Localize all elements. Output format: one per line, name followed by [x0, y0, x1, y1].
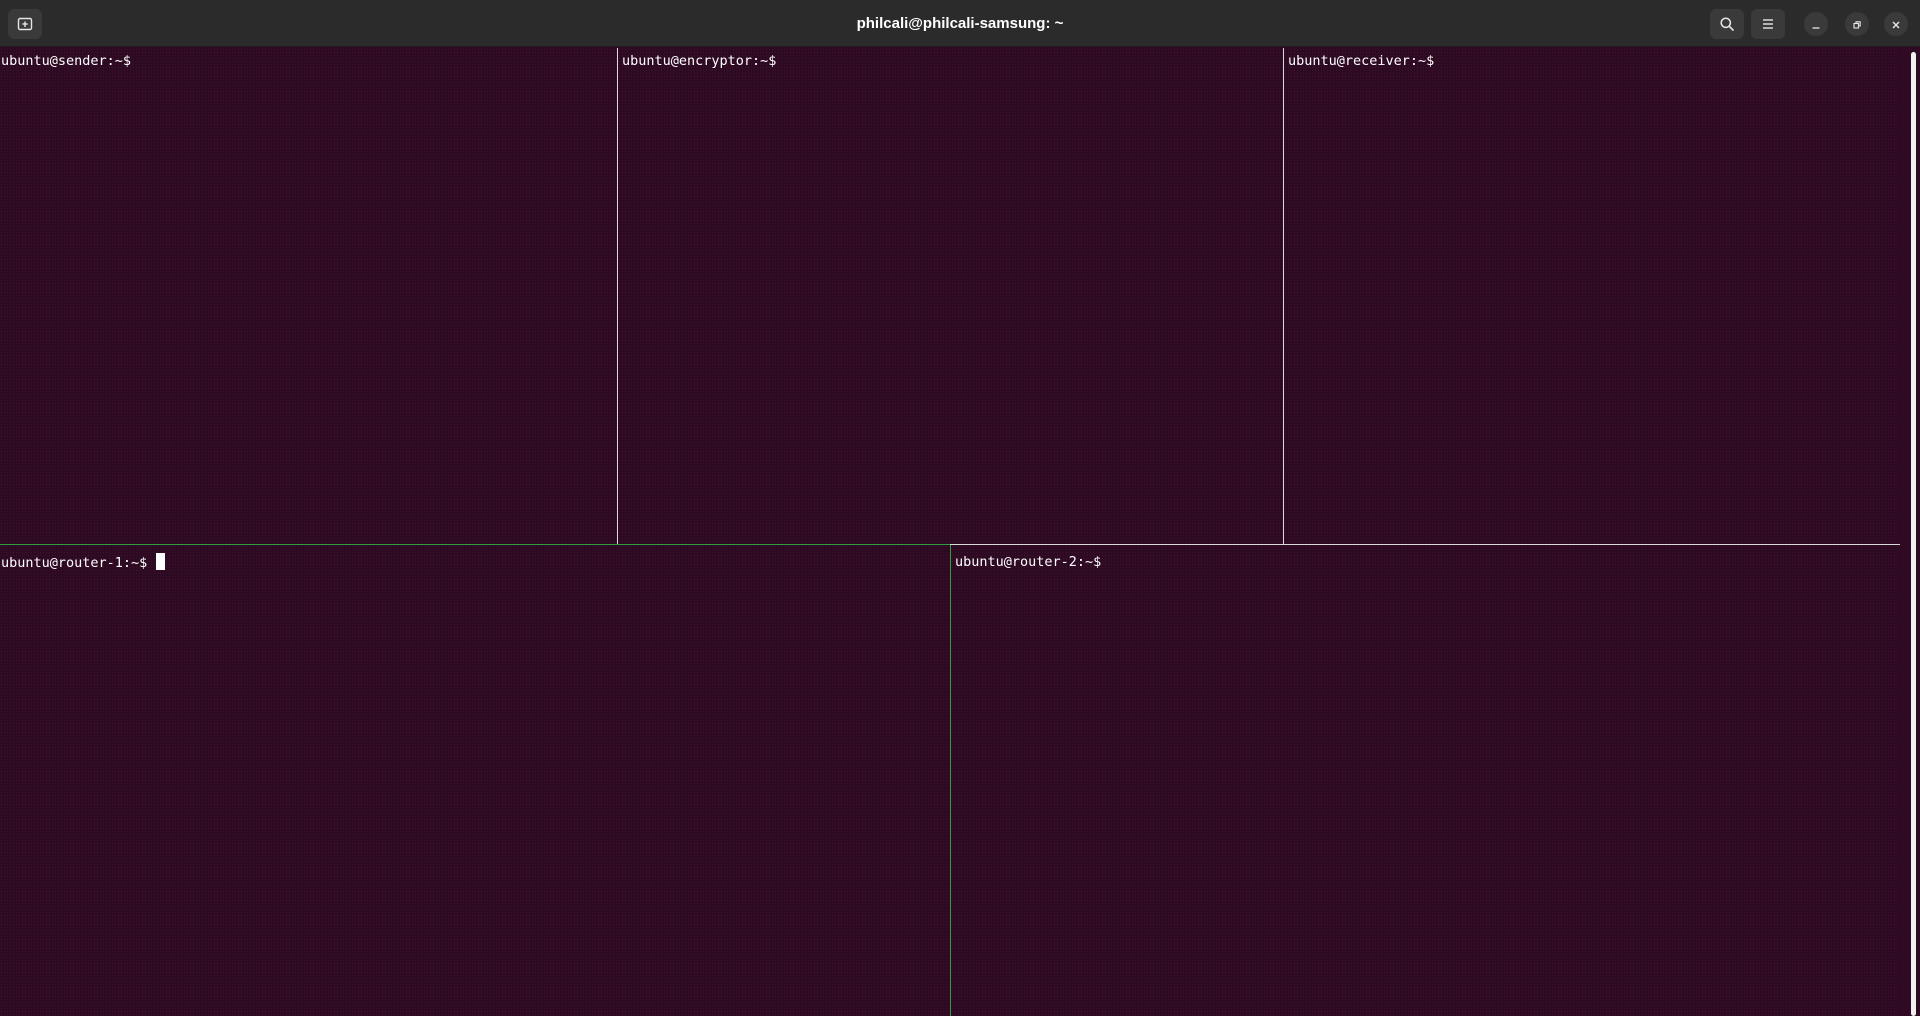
pane-divider-vertical[interactable]: [1283, 48, 1284, 544]
window-title: philcali@philcali-samsung: ~: [856, 15, 1064, 32]
shell-prompt: ubuntu@encryptor:~$: [622, 53, 777, 69]
text-cursor: [156, 553, 166, 570]
restore-button[interactable]: [1845, 12, 1869, 36]
shell-prompt: ubuntu@router-2:~$: [955, 554, 1102, 570]
title-bar: philcali@philcali-samsung: ~: [0, 0, 1920, 47]
active-pane-divider-horizontal[interactable]: [0, 544, 950, 545]
scrollbar[interactable]: [1911, 52, 1916, 1016]
active-pane-divider-vertical[interactable]: [950, 545, 951, 1016]
search-button[interactable]: [1710, 9, 1744, 39]
hamburger-menu-icon: [1761, 17, 1775, 31]
menu-button[interactable]: [1751, 9, 1785, 39]
terminal-pane-router-1[interactable]: ubuntu@router-1:~$: [0, 545, 950, 1016]
terminal-pane-router-2[interactable]: ubuntu@router-2:~$: [951, 545, 1900, 1016]
minimize-button[interactable]: [1804, 12, 1828, 36]
search-icon: [1719, 16, 1735, 32]
shell-prompt: ubuntu@sender:~$: [1, 53, 132, 69]
shell-prompt-line: ubuntu@router-1:~$: [1, 553, 166, 572]
pane-divider-vertical[interactable]: [617, 48, 618, 544]
terminal-pane-encryptor[interactable]: ubuntu@encryptor:~$: [618, 48, 1283, 543]
shell-prompt: ubuntu@router-1:~$: [1, 555, 148, 571]
new-tab-button[interactable]: [8, 9, 42, 39]
terminal-pane-receiver[interactable]: ubuntu@receiver:~$: [1284, 48, 1900, 543]
shell-prompt: ubuntu@receiver:~$: [1288, 53, 1435, 69]
new-tab-icon: [17, 16, 33, 32]
close-button[interactable]: [1884, 12, 1908, 36]
close-icon: [1891, 15, 1901, 34]
minimize-icon: [1811, 15, 1821, 34]
pane-divider-horizontal[interactable]: [950, 544, 1900, 545]
terminal-pane-sender[interactable]: ubuntu@sender:~$: [0, 48, 617, 543]
terminal-window: philcali@philcali-samsung: ~ ubuntu@send…: [0, 0, 1920, 1016]
restore-icon: [1852, 15, 1862, 34]
